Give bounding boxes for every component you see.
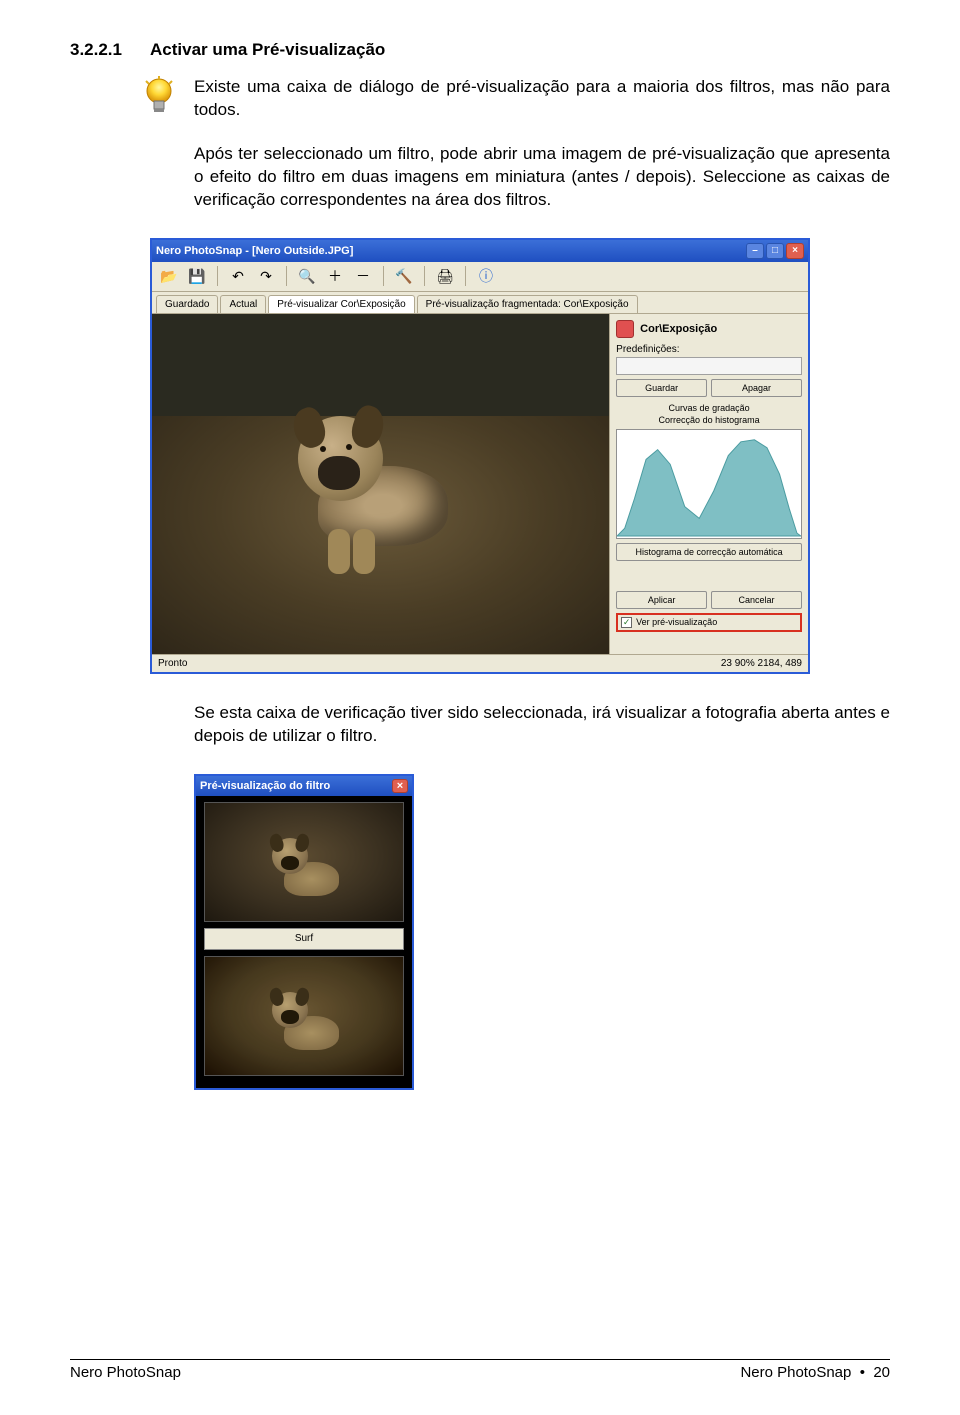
tools-icon[interactable]: 🔨 xyxy=(393,265,415,287)
image-canvas xyxy=(152,314,609,654)
heading-text: Activar uma Pré-visualização xyxy=(150,40,385,60)
preview-title: Pré-visualização do filtro xyxy=(200,780,330,792)
cancel-button[interactable]: Cancelar xyxy=(711,591,802,609)
footer-right: Nero PhotoSnap • 20 xyxy=(740,1364,890,1381)
filter-title: Cor\Exposição xyxy=(640,323,717,335)
redo-icon[interactable]: ↷ xyxy=(255,265,277,287)
checkbox-icon[interactable]: ✓ xyxy=(621,617,632,628)
info-icon[interactable]: ⓘ xyxy=(475,265,497,287)
preview-dialog: Pré-visualização do filtro × Surf xyxy=(194,774,414,1090)
presets-dropdown[interactable] xyxy=(616,357,802,375)
preset-save-button[interactable]: Guardar xyxy=(616,379,707,397)
window-title: Nero PhotoSnap - [Nero Outside.JPG] xyxy=(156,245,353,257)
tab-current[interactable]: Actual xyxy=(220,295,266,313)
thumb-before xyxy=(204,802,404,922)
preview-checkbox-row[interactable]: ✓ Ver pré-visualização xyxy=(616,613,802,632)
filter-panel: Cor\Exposição Predefinições: Guardar Apa… xyxy=(609,314,808,654)
puppy-image xyxy=(298,416,458,566)
curves-label: Curvas de gradação xyxy=(616,403,802,413)
histogram xyxy=(616,429,802,539)
auto-histogram-button[interactable]: Histograma de correcção automática xyxy=(616,543,802,561)
page-footer: Nero PhotoSnap Nero PhotoSnap • 20 xyxy=(70,1359,890,1381)
preview-close-button[interactable]: × xyxy=(392,779,408,793)
filter-icon xyxy=(616,320,634,338)
print-icon[interactable]: 🖨 xyxy=(434,265,456,287)
maximize-button[interactable]: □ xyxy=(766,243,784,259)
histogram-correction-label: Correcção do histograma xyxy=(616,415,802,425)
open-icon[interactable]: 📂 xyxy=(158,265,180,287)
tab-saved[interactable]: Guardado xyxy=(156,295,218,313)
save-icon[interactable]: 💾 xyxy=(186,265,208,287)
effect-name-button[interactable]: Surf xyxy=(204,928,404,950)
status-bar: Pronto 23 90% 2184, 489 xyxy=(152,654,808,672)
preset-delete-button[interactable]: Apagar xyxy=(711,379,802,397)
toolbar: 📂 💾 ↶ ↷ 🔍 ＋ － 🔨 🖨 ⓘ xyxy=(152,262,808,292)
app-window: Nero PhotoSnap - [Nero Outside.JPG] – □ … xyxy=(150,238,810,674)
heading-number: 3.2.2.1 xyxy=(70,40,122,60)
apply-button[interactable]: Aplicar xyxy=(616,591,707,609)
zoom-fit-icon[interactable]: 🔍 xyxy=(296,265,318,287)
tab-preview[interactable]: Pré-visualizar Cor\Exposição xyxy=(268,295,414,313)
titlebar: Nero PhotoSnap - [Nero Outside.JPG] – □ … xyxy=(152,240,808,262)
status-right: 23 90% 2184, 489 xyxy=(721,658,802,669)
lightbulb-icon xyxy=(142,76,176,125)
thumb-after xyxy=(204,956,404,1076)
paragraph-2: Se esta caixa de verificação tiver sido … xyxy=(194,702,890,748)
paragraph-1: Após ter seleccionado um filtro, pode ab… xyxy=(194,143,890,212)
tab-bar: Guardado Actual Pré-visualizar Cor\Expos… xyxy=(152,292,808,314)
presets-label: Predefinições: xyxy=(616,344,802,355)
preview-checkbox-label: Ver pré-visualização xyxy=(636,617,717,627)
tab-split-preview[interactable]: Pré-visualização fragmentada: Cor\Exposi… xyxy=(417,295,638,313)
preview-titlebar: Pré-visualização do filtro × xyxy=(196,776,412,796)
footer-left: Nero PhotoSnap xyxy=(70,1364,181,1381)
zoom-in-icon[interactable]: ＋ xyxy=(324,265,346,287)
minimize-button[interactable]: – xyxy=(746,243,764,259)
close-button[interactable]: × xyxy=(786,243,804,259)
zoom-out-icon[interactable]: － xyxy=(352,265,374,287)
undo-icon[interactable]: ↶ xyxy=(227,265,249,287)
tip-text: Existe uma caixa de diálogo de pré-visua… xyxy=(194,76,890,125)
status-left: Pronto xyxy=(158,658,187,669)
